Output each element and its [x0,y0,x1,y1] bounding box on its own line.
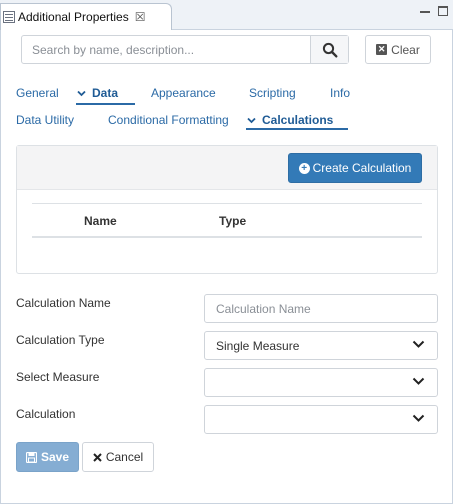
create-calculation-button[interactable]: + Create Calculation [288,153,422,183]
select-measure-select[interactable] [204,368,438,397]
column-header-type: Type [219,214,247,228]
chevron-down-icon [412,414,425,422]
tab-conditional-formatting[interactable]: Conditional Formatting [108,113,229,127]
search-button[interactable] [310,36,348,63]
create-calculation-label: Create Calculation [312,161,412,175]
plus-circle-icon: + [298,162,310,174]
search-box [21,35,349,64]
properties-view-icon [3,11,15,23]
close-view-icon[interactable]: ☒ [135,11,146,23]
select-measure-label: Select Measure [16,370,100,384]
tab-data-utility[interactable]: Data Utility [16,113,74,127]
calculation-type-value: Single Measure [216,338,300,353]
calculations-panel: + Create Calculation Name Type [16,145,438,274]
tab-data-label: Data [92,86,119,100]
clear-button[interactable]: ✕ Clear [365,35,431,64]
minimize-view-icon[interactable] [420,6,430,13]
clear-label: Clear [391,42,420,57]
close-icon [93,452,102,462]
tab-calculations[interactable]: Calculations [247,113,333,127]
tab-calculations-underline [246,128,348,130]
calculation-type-select[interactable]: Single Measure [204,331,438,360]
tab-calculations-label: Calculations [262,113,334,127]
table-header: Name Type [32,204,422,238]
tab-scripting[interactable]: Scripting [249,86,296,100]
calculation-name-input[interactable] [216,301,437,316]
calculation-name-field [204,294,438,323]
calculation-name-label: Calculation Name [16,296,111,310]
view-tab-additional-properties[interactable]: Additional Properties ☒ [0,3,172,30]
chevron-down-icon [412,377,425,385]
calculation-type-label: Calculation Type [16,333,105,347]
column-header-name: Name [84,214,117,228]
calculation-select[interactable] [204,405,438,434]
maximize-view-icon[interactable] [438,6,448,16]
cancel-button[interactable]: Cancel [82,442,154,472]
tab-appearance[interactable]: Appearance [151,86,216,100]
tab-data-underline [76,103,135,105]
calculations-panel-header: + Create Calculation [17,146,437,190]
calculations-table: Name Type [32,203,422,238]
save-button[interactable]: Save [16,442,79,472]
save-label: Save [40,450,70,464]
clear-x-icon: ✕ [376,44,388,55]
chevron-down-icon [412,340,425,348]
search-input[interactable] [22,36,310,63]
secondary-tabs: Data Utility Conditional Formatting Calc… [16,113,436,131]
tab-general[interactable]: General [16,86,59,100]
view-tab-bar: Additional Properties ☒ [0,0,453,30]
cancel-label: Cancel [105,450,144,464]
chevron-down-icon [247,117,256,124]
chevron-down-icon [77,90,86,97]
tab-data[interactable]: Data [77,86,118,100]
primary-tabs: General Data Appearance Scripting Info [16,86,436,105]
floppy-disk-icon [25,451,37,463]
tab-info[interactable]: Info [330,86,350,100]
search-icon [322,42,338,58]
calculation-label: Calculation [16,407,76,421]
view-title: Additional Properties [18,10,129,24]
